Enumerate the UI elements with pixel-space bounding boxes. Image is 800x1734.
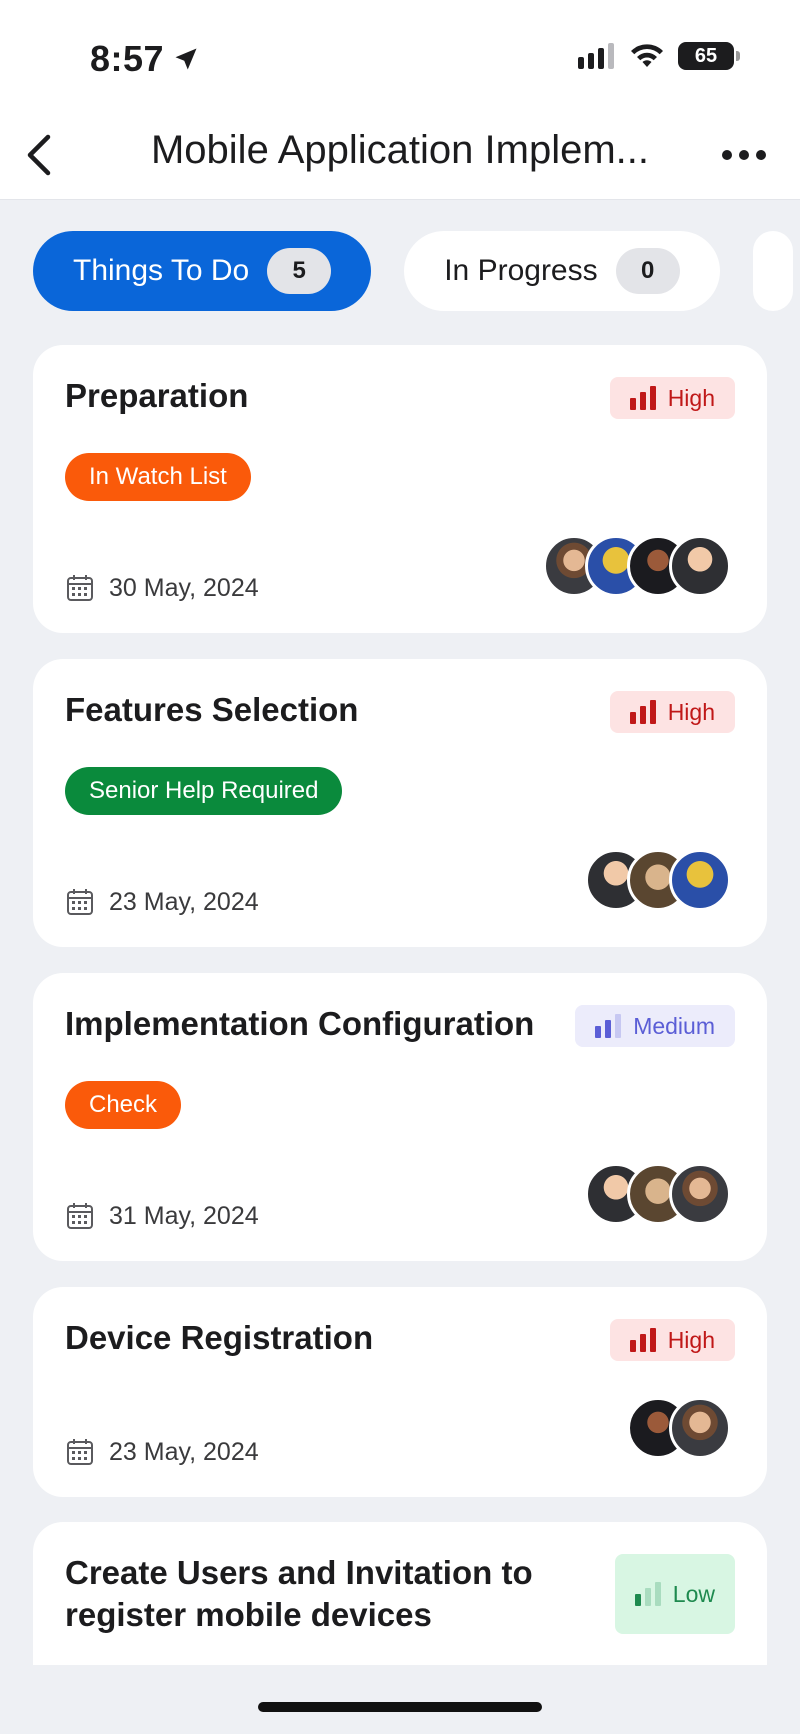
tab-things-to-do[interactable]: Things To Do 5 bbox=[33, 231, 372, 311]
task-card-implementation-configuration[interactable]: Implementation Configuration Medium Chec… bbox=[33, 973, 767, 1261]
priority-badge: Medium bbox=[575, 1005, 735, 1047]
task-title: Preparation bbox=[65, 377, 249, 414]
priority-bars-icon bbox=[629, 700, 656, 724]
tab-next-partial[interactable] bbox=[752, 231, 793, 311]
status-bar: 8:57 65 bbox=[0, 0, 800, 110]
priority-badge: High bbox=[609, 377, 735, 419]
avatar bbox=[669, 1163, 731, 1225]
tab-in-progress[interactable]: In Progress 0 bbox=[404, 231, 720, 311]
task-title: Features Selection bbox=[65, 691, 359, 728]
home-indicator[interactable] bbox=[258, 1702, 542, 1712]
task-tag: In Watch List bbox=[65, 453, 251, 501]
due-date: 31 May, 2024 bbox=[65, 1201, 259, 1231]
task-card-features-selection[interactable]: Features Selection High Senior Help Requ… bbox=[33, 659, 767, 947]
assignee-avatars[interactable] bbox=[543, 535, 731, 597]
tab-count-badge: 5 bbox=[267, 248, 332, 294]
avatar bbox=[669, 535, 731, 597]
assignee-avatars[interactable] bbox=[627, 1397, 731, 1459]
task-card-device-registration[interactable]: Device Registration High 23 May, 2024 bbox=[33, 1287, 767, 1497]
back-button[interactable] bbox=[14, 130, 64, 180]
back-chevron-icon bbox=[27, 134, 51, 176]
status-time: 8:57 bbox=[90, 38, 200, 80]
due-date: 23 May, 2024 bbox=[65, 1437, 259, 1467]
assignee-avatars[interactable] bbox=[585, 1163, 731, 1225]
task-title: Implementation Configuration bbox=[65, 1005, 535, 1042]
priority-badge: Low bbox=[614, 1554, 735, 1634]
location-arrow-icon bbox=[175, 48, 197, 70]
nav-header: Mobile Application Implem... bbox=[0, 110, 800, 200]
due-date: 30 May, 2024 bbox=[65, 573, 259, 603]
priority-bars-icon bbox=[595, 1014, 622, 1038]
avatar bbox=[669, 1397, 731, 1459]
calendar-icon bbox=[67, 889, 93, 915]
task-title: Create Users and Invitation to register … bbox=[65, 1554, 533, 1633]
page-title: Mobile Application Implem... bbox=[150, 128, 649, 172]
task-tag: Senior Help Required bbox=[65, 767, 343, 815]
task-card-preparation[interactable]: Preparation High In Watch List 30 May, 2… bbox=[33, 345, 767, 633]
priority-bars-icon bbox=[634, 1582, 661, 1606]
priority-badge: High bbox=[609, 691, 735, 733]
priority-badge: High bbox=[609, 1319, 735, 1361]
task-tag: Check bbox=[65, 1081, 182, 1129]
calendar-icon bbox=[67, 575, 93, 601]
task-title: Device Registration bbox=[65, 1319, 374, 1356]
more-icon[interactable] bbox=[714, 130, 774, 180]
status-icons: 65 bbox=[578, 42, 740, 70]
signal-icon bbox=[578, 43, 614, 69]
status-tabs: Things To Do 5 In Progress 0 bbox=[33, 231, 800, 311]
wifi-icon bbox=[631, 44, 663, 67]
avatar bbox=[669, 849, 731, 911]
calendar-icon bbox=[67, 1439, 93, 1465]
priority-bars-icon bbox=[629, 386, 656, 410]
tab-count-badge: 0 bbox=[615, 248, 680, 294]
priority-bars-icon bbox=[629, 1328, 656, 1352]
battery-icon: 65 bbox=[678, 42, 740, 70]
due-date: 23 May, 2024 bbox=[65, 887, 259, 917]
assignee-avatars[interactable] bbox=[585, 849, 731, 911]
calendar-icon bbox=[67, 1203, 93, 1229]
bottom-safe-area bbox=[0, 1665, 800, 1734]
